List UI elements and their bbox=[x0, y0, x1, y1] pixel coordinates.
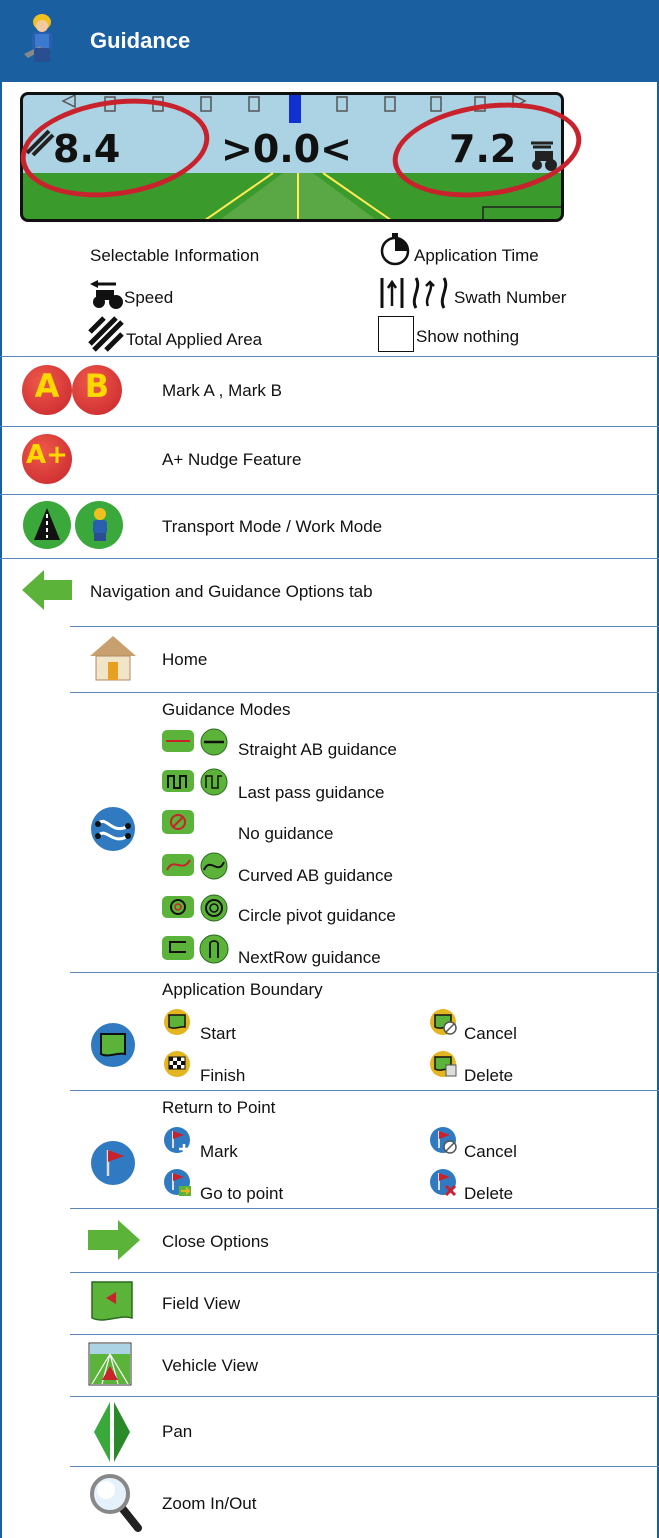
boundary-start-icon[interactable] bbox=[162, 1008, 192, 1036]
mode-label-last-pass: Last pass guidance bbox=[238, 783, 385, 802]
hatched-area-icon bbox=[88, 316, 124, 352]
vehicle-view-icon[interactable] bbox=[88, 1342, 132, 1386]
transport-mode-icon[interactable] bbox=[22, 500, 72, 550]
return-delete-label: Delete bbox=[464, 1184, 514, 1203]
work-mode-icon[interactable] bbox=[74, 500, 124, 550]
return-point-icon[interactable] bbox=[90, 1140, 136, 1186]
separator bbox=[70, 626, 659, 627]
mark-a-icon[interactable]: A bbox=[22, 365, 72, 415]
field-view-label: Field View bbox=[162, 1294, 241, 1313]
arrow-right-icon[interactable] bbox=[88, 1220, 140, 1260]
separator bbox=[70, 1090, 659, 1091]
clock-icon bbox=[380, 233, 410, 266]
boundary-finish-icon[interactable] bbox=[162, 1050, 192, 1078]
separator bbox=[70, 1272, 659, 1273]
field-view-icon[interactable] bbox=[90, 1280, 134, 1324]
guidance-modes-icon[interactable] bbox=[90, 806, 136, 852]
separator bbox=[70, 692, 659, 693]
a-plus-nudge-icon[interactable]: A+ bbox=[22, 434, 72, 484]
speed-label: Speed bbox=[124, 288, 174, 307]
guidance-modes-title: Guidance Modes bbox=[162, 700, 291, 719]
tractor-icon bbox=[90, 280, 123, 309]
mode-label-nextrow: NextRow guidance bbox=[238, 948, 381, 967]
swath-number-label: Swath Number bbox=[454, 288, 567, 307]
separator bbox=[70, 972, 659, 973]
a-plus-label: A+ Nudge Feature bbox=[162, 450, 302, 469]
return-cancel-icon[interactable] bbox=[428, 1126, 460, 1156]
boundary-delete-icon[interactable] bbox=[428, 1050, 460, 1078]
zoom-label: Zoom In/Out bbox=[162, 1494, 257, 1513]
separator bbox=[0, 558, 659, 559]
section-header: Guidance bbox=[0, 0, 659, 82]
application-time-label: Application Time bbox=[414, 246, 539, 265]
page-title: Guidance bbox=[90, 28, 191, 53]
show-nothing-label: Show nothing bbox=[416, 327, 520, 346]
pan-icon[interactable] bbox=[94, 1402, 130, 1462]
separator bbox=[70, 1466, 659, 1467]
empty-box-icon bbox=[378, 316, 414, 352]
swath-icon bbox=[380, 277, 448, 309]
arrow-left-icon[interactable] bbox=[22, 570, 72, 610]
boundary-finish-label: Finish bbox=[200, 1066, 246, 1085]
boundary-cancel-label: Cancel bbox=[464, 1024, 517, 1043]
transport-work-label: Transport Mode / Work Mode bbox=[162, 517, 383, 536]
return-mark-icon[interactable] bbox=[162, 1126, 194, 1156]
return-point-title: Return to Point bbox=[162, 1098, 276, 1117]
mode-label-circle-pivot: Circle pivot guidance bbox=[238, 906, 396, 925]
farmer-icon bbox=[24, 14, 52, 62]
home-label: Home bbox=[162, 650, 208, 669]
pan-label: Pan bbox=[162, 1422, 193, 1441]
separator bbox=[0, 426, 659, 427]
boundary-title: Application Boundary bbox=[162, 980, 323, 999]
mode-label-straight: Straight AB guidance bbox=[238, 740, 397, 759]
mark-b-icon[interactable]: B bbox=[72, 365, 122, 415]
curved-ab-icon[interactable] bbox=[162, 852, 234, 880]
separator bbox=[70, 1334, 659, 1335]
separator bbox=[70, 1208, 659, 1209]
no-guidance-icon[interactable] bbox=[162, 810, 194, 836]
boundary-cancel-icon[interactable] bbox=[428, 1008, 460, 1036]
zoom-icon[interactable] bbox=[88, 1472, 142, 1532]
mark-ab-label: Mark A , Mark B bbox=[162, 381, 282, 400]
return-cancel-label: Cancel bbox=[464, 1142, 517, 1161]
close-options-label: Close Options bbox=[162, 1232, 269, 1251]
last-pass-icon[interactable] bbox=[162, 768, 234, 796]
go-to-point-icon[interactable] bbox=[162, 1168, 194, 1198]
nav-options-label: Navigation and Guidance Options tab bbox=[90, 582, 373, 601]
selectable-heading: Selectable Information bbox=[90, 246, 260, 265]
mode-label-no-guidance: No guidance bbox=[238, 824, 334, 843]
nextrow-icon[interactable] bbox=[162, 934, 234, 964]
return-mark-label: Mark bbox=[200, 1142, 238, 1161]
boundary-start-label: Start bbox=[200, 1024, 236, 1043]
circle-pivot-icon[interactable] bbox=[162, 894, 234, 922]
home-icon[interactable] bbox=[88, 634, 138, 682]
return-delete-icon[interactable] bbox=[428, 1168, 460, 1198]
go-to-point-label: Go to point bbox=[200, 1184, 284, 1203]
separator bbox=[70, 1396, 659, 1397]
total-applied-area-label: Total Applied Area bbox=[126, 330, 263, 349]
center-value: >0.0< bbox=[221, 127, 352, 171]
straight-ab-icon[interactable] bbox=[162, 728, 234, 756]
vehicle-view-label: Vehicle View bbox=[162, 1356, 259, 1375]
boundary-delete-label: Delete bbox=[464, 1066, 514, 1085]
separator bbox=[0, 494, 659, 495]
mode-label-curved: Curved AB guidance bbox=[238, 866, 393, 885]
separator bbox=[0, 356, 659, 357]
boundary-icon[interactable] bbox=[90, 1022, 136, 1068]
